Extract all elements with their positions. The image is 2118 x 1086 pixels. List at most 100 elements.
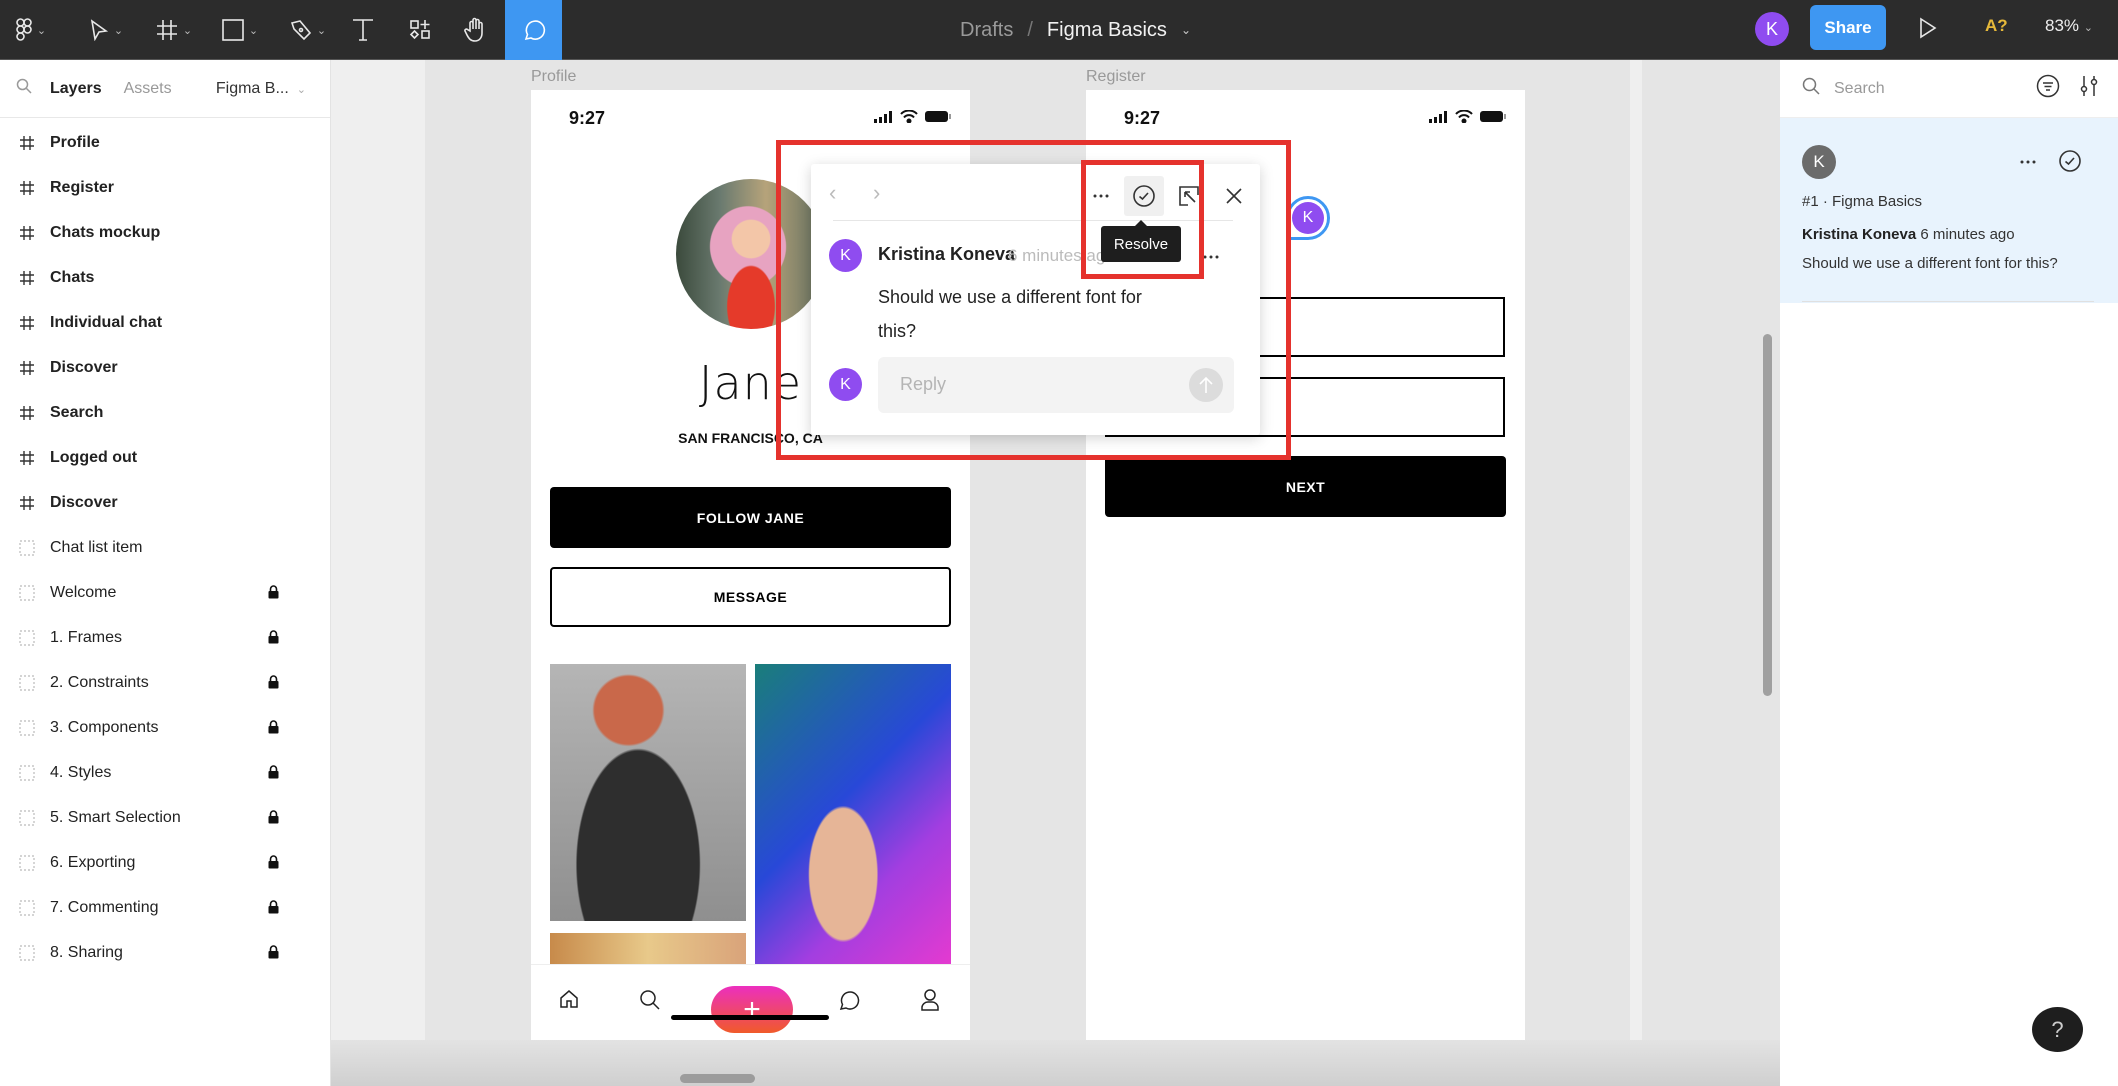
lock-icon[interactable] (268, 720, 279, 739)
layer-item[interactable]: 2. Constraints (0, 660, 331, 705)
layer-name: 7. Commenting (50, 898, 159, 916)
layer-item[interactable]: 5. Smart Selection (0, 795, 331, 840)
next-button[interactable]: NEXT (1105, 456, 1506, 517)
comment-more-button[interactable] (1203, 246, 1219, 264)
resolve-button[interactable] (2058, 149, 2082, 178)
layer-item[interactable]: Chats mockup (0, 210, 331, 255)
layer-item[interactable]: Chat list item (0, 525, 331, 570)
lock-icon[interactable] (268, 630, 279, 649)
lock-icon[interactable] (268, 945, 279, 964)
frame-hash-icon (18, 404, 36, 422)
chevron-down-icon[interactable]: ⌄ (1181, 23, 1191, 37)
frame-label-register[interactable]: Register (1086, 68, 1146, 86)
create-post-button[interactable]: + (711, 986, 793, 1033)
shape-tool-button[interactable]: ⌄ (214, 0, 266, 60)
layer-item[interactable]: Register (0, 165, 331, 210)
text-tool-button[interactable] (348, 0, 378, 60)
chat-bubble-icon[interactable] (838, 989, 860, 1016)
layer-item[interactable]: Discover (0, 480, 331, 525)
home-icon[interactable] (559, 989, 579, 1014)
user-avatar[interactable]: K (1755, 12, 1789, 46)
layer-item[interactable]: Individual chat (0, 300, 331, 345)
layer-item[interactable]: Welcome (0, 570, 331, 615)
lock-icon[interactable] (268, 855, 279, 874)
frame-label-profile[interactable]: Profile (531, 68, 576, 86)
settings-sliders-icon[interactable] (2080, 74, 2098, 103)
share-button[interactable]: Share (1810, 5, 1886, 50)
divider (833, 220, 1233, 221)
comments-search[interactable]: Search (1780, 60, 2118, 118)
help-button[interactable]: ? (2032, 1007, 2083, 1052)
play-icon (1920, 17, 1937, 39)
comment-message: Should we use a different font for this? (1802, 255, 2058, 272)
follow-button[interactable]: FOLLOW JANE (550, 487, 951, 548)
layer-item[interactable]: Profile (0, 120, 331, 165)
zoom-dropdown[interactable]: 83% ⌄ (2045, 16, 2093, 36)
horizontal-scrollbar[interactable] (680, 1074, 755, 1083)
layer-name: Welcome (50, 583, 117, 601)
layers-panel-header: Layers Assets Figma B... ⌄ (0, 60, 330, 118)
message-button[interactable]: MESSAGE (550, 567, 951, 627)
missing-fonts-button[interactable]: A? (1985, 16, 2008, 36)
search-icon[interactable] (639, 989, 661, 1016)
comment-message: Should we use a different font for this? (878, 287, 1142, 341)
previous-comment-button[interactable]: ‹ (829, 180, 836, 206)
layer-name: 5. Smart Selection (50, 808, 181, 826)
layer-item[interactable]: Chats (0, 255, 331, 300)
tab-assets[interactable]: Assets (124, 80, 172, 98)
reply-input[interactable]: Reply (878, 357, 1234, 413)
profile-icon[interactable] (921, 989, 939, 1016)
lock-icon[interactable] (268, 585, 279, 604)
lock-icon[interactable] (268, 900, 279, 919)
section-dashed-icon (18, 674, 36, 692)
move-tool-button[interactable]: ⌄ (80, 0, 132, 60)
zoom-level: 83% (2045, 16, 2080, 35)
ellipsis-icon (1093, 194, 1109, 198)
resolve-tooltip: Resolve (1101, 220, 1181, 262)
comment-avatar: K (1802, 145, 1836, 179)
main-menu-button[interactable]: ⌄ (8, 0, 54, 60)
canvas-edge (331, 60, 425, 1086)
resolve-button[interactable] (1124, 176, 1164, 216)
vertical-scrollbar[interactable] (1763, 334, 1772, 696)
chevron-down-icon: ⌄ (316, 24, 327, 37)
layer-item[interactable]: 1. Frames (0, 615, 331, 660)
lock-icon[interactable] (268, 675, 279, 694)
layer-name: Individual chat (50, 313, 163, 331)
layer-item[interactable]: 4. Styles (0, 750, 331, 795)
open-in-panel-button[interactable] (1169, 176, 1209, 216)
layer-item[interactable]: 6. Exporting (0, 840, 331, 885)
page-selector[interactable]: Figma B... ⌄ (216, 80, 306, 98)
tab-layers[interactable]: Layers (50, 80, 102, 98)
comment-tool-button[interactable] (505, 0, 562, 60)
lock-icon[interactable] (268, 765, 279, 784)
comment-thread-popup: ‹ › K Kristina Koneva 6 minutes ago Shou… (811, 164, 1260, 435)
filter-icon[interactable] (2036, 74, 2060, 103)
resources-button[interactable] (404, 0, 436, 60)
more-options-button[interactable] (1081, 176, 1121, 216)
chevron-down-icon: ⌄ (248, 24, 259, 37)
layer-item[interactable]: 3. Components (0, 705, 331, 750)
lock-icon[interactable] (268, 810, 279, 829)
frame-hash-icon (18, 179, 36, 197)
layer-item[interactable]: Logged out (0, 435, 331, 480)
comment-list-item[interactable]: K #1 · Figma Basics Kristina Koneva 6 mi… (1780, 118, 2118, 303)
send-reply-button[interactable] (1189, 368, 1223, 402)
comment-pin[interactable]: K (1286, 196, 1330, 240)
search-icon[interactable] (16, 78, 38, 99)
comment-more-button[interactable] (2020, 148, 2036, 169)
hand-tool-button[interactable] (460, 0, 492, 60)
frame-tool-button[interactable]: ⌄ (148, 0, 200, 60)
layer-name: Profile (50, 133, 100, 151)
next-comment-button[interactable]: › (873, 180, 880, 206)
file-name[interactable]: Figma Basics (1047, 19, 1167, 42)
breadcrumb-drafts[interactable]: Drafts (960, 19, 1013, 42)
layer-item[interactable]: 7. Commenting (0, 885, 331, 930)
present-button[interactable] (1918, 17, 1938, 44)
close-button[interactable] (1214, 176, 1254, 216)
frame-hash-icon (18, 314, 36, 332)
layer-item[interactable]: 8. Sharing (0, 930, 331, 975)
layer-item[interactable]: Discover (0, 345, 331, 390)
layer-item[interactable]: Search (0, 390, 331, 435)
pen-tool-button[interactable]: ⌄ (282, 0, 334, 60)
